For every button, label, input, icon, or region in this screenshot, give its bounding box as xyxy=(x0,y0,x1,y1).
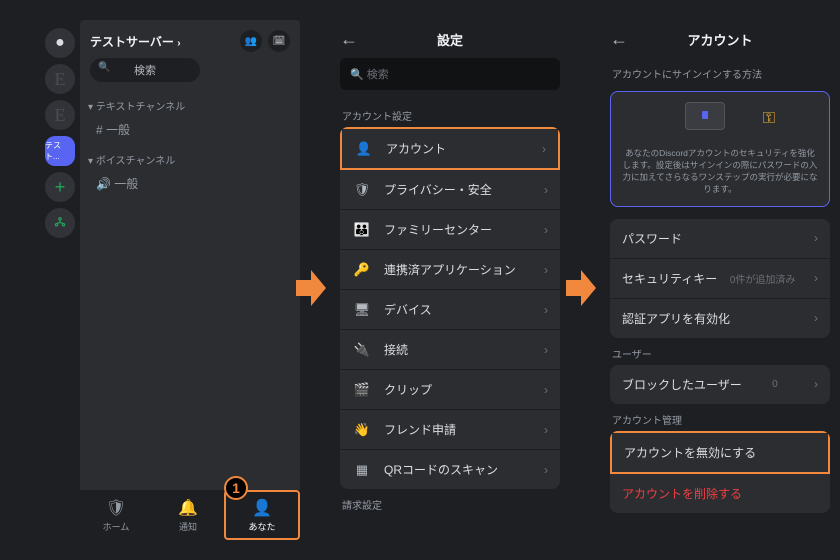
family-icon: 👪 xyxy=(352,222,372,238)
friend-icon: 👋 xyxy=(352,422,372,438)
tab-notifications[interactable]: 🔔 通知 xyxy=(152,490,224,540)
chevron-right-icon: › xyxy=(542,142,546,156)
row-connections[interactable]: 🔌 接続 › xyxy=(340,330,560,370)
section-billing: 請求設定 xyxy=(330,489,570,516)
chevron-right-icon: › xyxy=(544,383,548,397)
chevron-right-icon: › xyxy=(814,271,818,285)
blocked-count: 0 xyxy=(772,379,778,390)
plug-icon: 🔌 xyxy=(352,342,372,358)
settings-search[interactable]: 🔍 検索 xyxy=(340,58,560,90)
chevron-right-icon: › xyxy=(814,377,818,391)
text-channels-category[interactable]: ▾ テキストチャンネル xyxy=(80,88,300,117)
server-name[interactable]: テストサーバー › xyxy=(90,33,181,50)
row-delete-account[interactable]: アカウントを削除する xyxy=(610,474,830,513)
row-apps[interactable]: 🔑 連携済アプリケーション › xyxy=(340,250,560,290)
text-channel-general[interactable]: # 一般 xyxy=(80,117,300,142)
server-rail: ● E E テスト... + xyxy=(40,20,80,540)
add-server-button[interactable]: + xyxy=(45,172,75,202)
back-button[interactable]: ← xyxy=(610,29,628,50)
channel-search[interactable]: 検索 xyxy=(90,58,200,82)
section-account-manage: アカウント管理 xyxy=(600,404,840,431)
row-privacy[interactable]: 🛡 プライバシー・安全 › xyxy=(340,170,560,210)
members-icon[interactable]: 👥 xyxy=(240,30,262,52)
dm-button[interactable]: ● xyxy=(45,28,75,58)
section-account-settings: アカウント設定 xyxy=(330,100,570,127)
chevron-right-icon: › xyxy=(544,463,548,477)
discord-icon: 👤 xyxy=(252,498,272,518)
arrow-2 xyxy=(566,270,596,306)
server-e1[interactable]: E xyxy=(45,64,75,94)
manage-list: アカウントを無効にする アカウントを削除する xyxy=(610,431,830,513)
bottom-tab-bar: 🛡 ホーム 🔔 通知 👤 あなた 1 xyxy=(80,490,300,540)
settings-topbar: ← 設定 xyxy=(330,20,570,58)
row-devices[interactable]: 🖥 デバイス › xyxy=(340,290,560,330)
section-user: ユーザー xyxy=(600,338,840,365)
row-account[interactable]: 👤 アカウント › xyxy=(340,127,560,170)
row-auth-app[interactable]: 認証アプリを有効化 › xyxy=(610,299,830,338)
user-list: ブロックしたユーザー 0 › xyxy=(610,365,830,404)
tab-you[interactable]: 👤 あなた 1 xyxy=(224,490,300,540)
row-password[interactable]: パスワード › xyxy=(610,219,830,259)
chevron-right-icon: › xyxy=(814,231,818,245)
calendar-icon[interactable]: 🗓 xyxy=(268,30,290,52)
security-key-count: 0件が追加済み xyxy=(730,271,796,286)
shield-icon: 🛡 xyxy=(352,182,372,198)
row-security-key[interactable]: セキュリティキー 0件が追加済み › xyxy=(610,259,830,299)
security-illustration: ⚿ xyxy=(685,102,755,142)
security-promo-box: ⚿ あなたのDiscordアカウントのセキュリティを強化します。設定後はサインイ… xyxy=(610,91,830,207)
server-active[interactable]: テスト... xyxy=(45,136,75,166)
channel-panel: テストサーバー › 👥 🗓 検索 ▾ テキストチャンネル # 一般 ▾ ボイスチ… xyxy=(80,20,300,540)
server-e2[interactable]: E xyxy=(45,100,75,130)
settings-title: 設定 xyxy=(330,30,570,49)
chevron-right-icon: › xyxy=(544,263,548,277)
home-icon: 🛡 xyxy=(106,498,126,518)
screen-settings: ← 設定 🔍 検索 アカウント設定 👤 アカウント › 🛡 プライバシー・安全 … xyxy=(330,20,570,540)
discover-button[interactable] xyxy=(45,208,75,238)
chevron-right-icon: › xyxy=(544,423,548,437)
arrow-1 xyxy=(296,270,326,306)
chevron-right-icon: › xyxy=(544,183,548,197)
row-blocked-users[interactable]: ブロックしたユーザー 0 › xyxy=(610,365,830,404)
account-title: アカウント xyxy=(600,30,840,49)
row-family[interactable]: 👪 ファミリーセンター › xyxy=(340,210,560,250)
devices-icon: 🖥 xyxy=(352,302,372,318)
security-list: パスワード › セキュリティキー 0件が追加済み › 認証アプリを有効化 › xyxy=(610,219,830,338)
row-disable-account[interactable]: アカウントを無効にする xyxy=(610,431,830,474)
security-text: あなたのDiscordアカウントのセキュリティを強化します。設定後はサインインの… xyxy=(621,148,819,196)
tab-home[interactable]: 🛡 ホーム xyxy=(80,490,152,540)
chevron-right-icon: › xyxy=(544,303,548,317)
account-topbar: ← アカウント xyxy=(600,20,840,58)
voice-channel-general[interactable]: 🔊 一般 xyxy=(80,171,300,196)
chevron-right-icon: › xyxy=(814,311,818,325)
section-signin: アカウントにサインインする方法 xyxy=(600,58,840,85)
badge-1: 1 xyxy=(224,476,248,500)
qr-icon: ▦ xyxy=(352,462,372,478)
settings-list: 👤 アカウント › 🛡 プライバシー・安全 › 👪 ファミリーセンター › 🔑 … xyxy=(340,127,560,489)
row-friend-requests[interactable]: 👋 フレンド申請 › xyxy=(340,410,560,450)
clip-icon: 🎬 xyxy=(352,382,372,398)
chevron-right-icon: › xyxy=(544,343,548,357)
back-button[interactable]: ← xyxy=(340,29,358,50)
screen-account: ← アカウント アカウントにサインインする方法 ⚿ あなたのDiscordアカウ… xyxy=(600,20,840,540)
row-qr-scan[interactable]: ▦ QRコードのスキャン › xyxy=(340,450,560,489)
row-clips[interactable]: 🎬 クリップ › xyxy=(340,370,560,410)
voice-channels-category[interactable]: ▾ ボイスチャンネル xyxy=(80,142,300,171)
chevron-right-icon: › xyxy=(544,223,548,237)
user-icon: 👤 xyxy=(354,141,374,157)
bell-icon: 🔔 xyxy=(178,498,198,518)
screen-server-channels: ● E E テスト... + テストサーバー › 👥 🗓 検索 ▾ テキストチャ… xyxy=(40,20,300,540)
key-icon: 🔑 xyxy=(352,262,372,278)
